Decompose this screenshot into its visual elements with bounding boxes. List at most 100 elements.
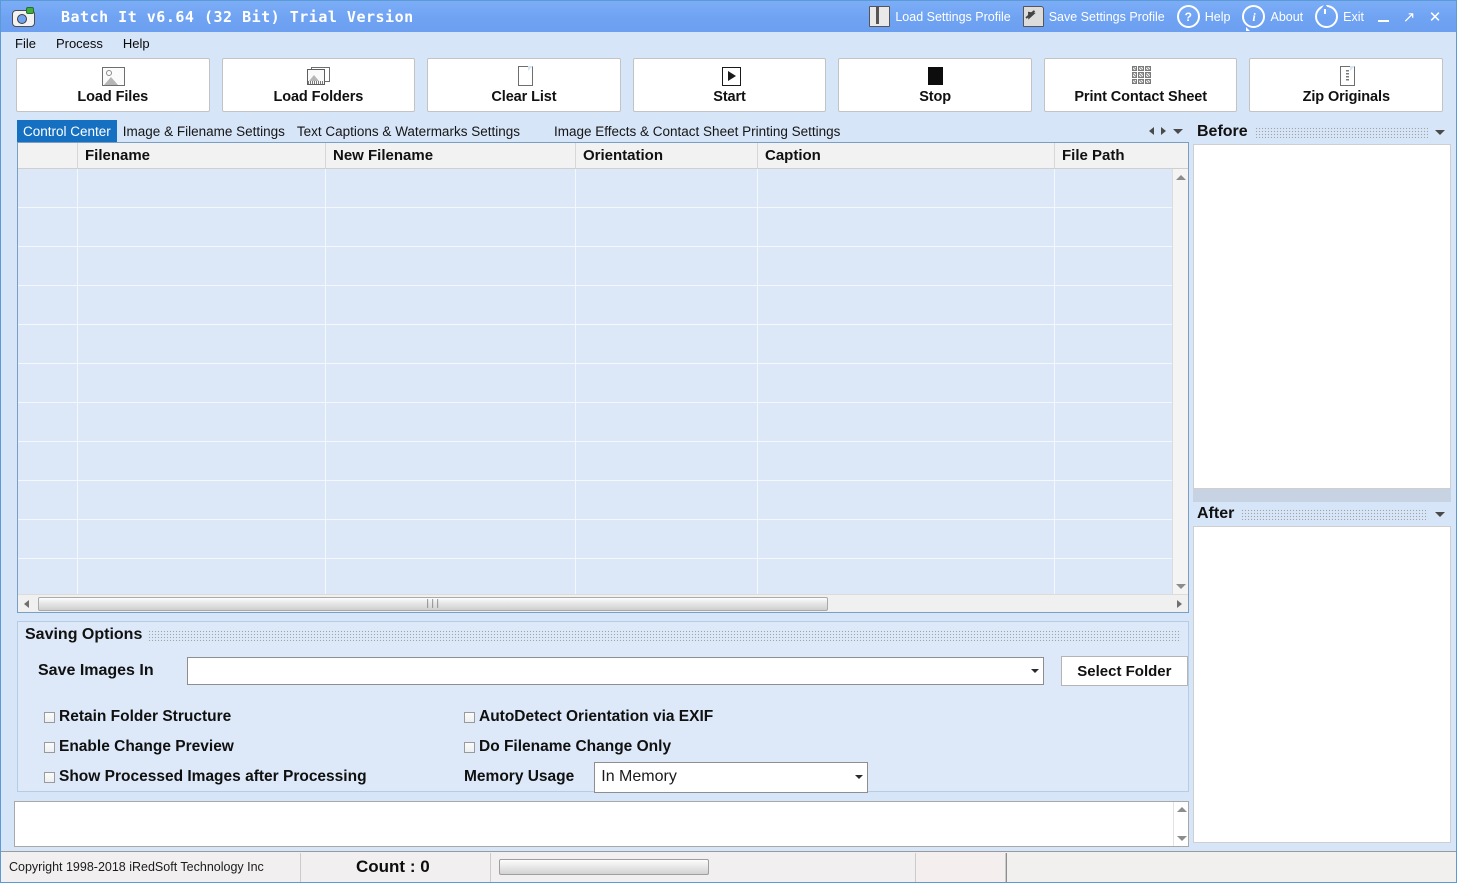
checkbox-box[interactable] bbox=[44, 771, 55, 783]
checkbox-retain-folder-structure[interactable]: Retain Folder Structure bbox=[44, 708, 464, 726]
minimize-button[interactable] bbox=[1370, 4, 1396, 30]
menu-help[interactable]: Help bbox=[123, 36, 150, 51]
table-row[interactable] bbox=[18, 169, 1188, 208]
stop-button[interactable]: Stop bbox=[838, 58, 1032, 112]
save-images-in-combo[interactable] bbox=[187, 657, 1044, 685]
menu-bar: File Process Help bbox=[1, 32, 1456, 54]
column-header-new-filename[interactable]: New Filename bbox=[326, 143, 576, 168]
after-header-divider bbox=[1241, 508, 1428, 520]
menu-file[interactable]: File bbox=[15, 36, 36, 51]
load-folders-button[interactable]: Load Folders bbox=[221, 58, 416, 112]
tab-image-effects-contact-sheet-printing-settings[interactable]: Image Effects & Contact Sheet Printing S… bbox=[548, 120, 846, 142]
scroll-left-icon[interactable] bbox=[18, 595, 35, 612]
table-row[interactable] bbox=[18, 364, 1188, 403]
checkbox-box[interactable] bbox=[44, 741, 55, 753]
about-button[interactable]: i About bbox=[1236, 3, 1309, 31]
help-button[interactable]: ? Help bbox=[1171, 3, 1237, 31]
question-circle-icon: ? bbox=[1176, 5, 1200, 28]
main-toolbar: Load Files Load Folders Clear List Start… bbox=[1, 54, 1456, 116]
chevron-down-icon[interactable] bbox=[1027, 669, 1043, 673]
table-cell bbox=[78, 169, 326, 207]
checkbox-do-filename-change-only[interactable]: Do Filename Change Only bbox=[464, 738, 671, 756]
file-list-horizontal-scrollbar[interactable]: ∣∣∣ bbox=[18, 594, 1188, 612]
checkbox-box[interactable] bbox=[464, 741, 475, 753]
start-button[interactable]: Start bbox=[632, 58, 827, 112]
log-text bbox=[15, 802, 1188, 810]
checkbox-box[interactable] bbox=[464, 711, 475, 723]
table-cell bbox=[758, 559, 1055, 594]
table-cell bbox=[18, 325, 78, 363]
table-cell bbox=[18, 520, 78, 558]
tab-text-captions-watermarks-settings[interactable]: Text Captions & Watermarks Settings bbox=[291, 120, 526, 142]
checkbox-show-processed-images-after-processing[interactable]: Show Processed Images after Processing bbox=[44, 768, 464, 786]
file-list-vertical-scrollbar[interactable] bbox=[1172, 169, 1188, 594]
table-cell bbox=[326, 286, 576, 324]
table-row[interactable] bbox=[18, 286, 1188, 325]
log-scroll-up-icon[interactable] bbox=[1174, 802, 1189, 817]
before-collapse-icon[interactable] bbox=[1435, 129, 1445, 135]
checkbox-box[interactable] bbox=[44, 711, 55, 723]
table-row[interactable] bbox=[18, 559, 1188, 594]
tab-list-dropdown-icon[interactable] bbox=[1173, 128, 1183, 134]
stop-square-icon bbox=[924, 66, 946, 86]
select-folder-button[interactable]: Select Folder bbox=[1060, 656, 1188, 686]
save-settings-profile-button[interactable]: Save Settings Profile bbox=[1017, 3, 1171, 31]
scroll-right-icon[interactable] bbox=[1171, 595, 1188, 612]
column-header-caption[interactable]: Caption bbox=[758, 143, 1055, 168]
table-row[interactable] bbox=[18, 481, 1188, 520]
scroll-up-icon[interactable] bbox=[1173, 169, 1188, 185]
table-row[interactable] bbox=[18, 403, 1188, 442]
table-row[interactable] bbox=[18, 247, 1188, 286]
column-header-file-path[interactable]: File Path bbox=[1055, 143, 1188, 168]
after-preview-area[interactable] bbox=[1193, 526, 1451, 843]
table-cell bbox=[18, 481, 78, 519]
chevron-down-icon[interactable] bbox=[851, 775, 867, 779]
log-output-panel[interactable] bbox=[14, 801, 1189, 847]
column-header-orientation[interactable]: Orientation bbox=[576, 143, 758, 168]
log-vertical-scrollbar[interactable] bbox=[1173, 802, 1188, 846]
maximize-button[interactable]: ↗ bbox=[1396, 4, 1422, 30]
table-cell bbox=[758, 247, 1055, 285]
table-cell bbox=[326, 247, 576, 285]
load-settings-profile-button[interactable]: Load Settings Profile bbox=[863, 3, 1016, 31]
exit-button[interactable]: Exit bbox=[1309, 3, 1370, 31]
column-header-select[interactable] bbox=[18, 143, 78, 168]
save-settings-profile-label: Save Settings Profile bbox=[1048, 9, 1165, 24]
blank-page-icon bbox=[513, 65, 535, 86]
checkbox-autodetect-orientation-via-exif[interactable]: AutoDetect Orientation via EXIF bbox=[464, 708, 713, 726]
log-scroll-down-icon[interactable] bbox=[1174, 831, 1189, 846]
file-list-body[interactable] bbox=[18, 169, 1188, 594]
column-header-filename[interactable]: Filename bbox=[78, 143, 326, 168]
table-cell bbox=[1055, 286, 1188, 324]
menu-process[interactable]: Process bbox=[56, 36, 103, 51]
scroll-tabs-left-icon[interactable] bbox=[1149, 127, 1154, 135]
horizontal-scroll-thumb[interactable]: ∣∣∣ bbox=[38, 596, 828, 611]
zip-originals-button[interactable]: Zip Originals bbox=[1249, 58, 1444, 112]
tab-control-center[interactable]: Control Center bbox=[17, 120, 117, 142]
print-contact-sheet-button[interactable]: Print Contact Sheet bbox=[1043, 58, 1238, 112]
load-files-button[interactable]: Load Files bbox=[16, 58, 210, 112]
folder-arrow-icon bbox=[1022, 6, 1044, 27]
table-cell bbox=[758, 364, 1055, 402]
memory-usage-combo[interactable]: In Memory bbox=[594, 761, 869, 793]
preview-pane-splitter[interactable] bbox=[1193, 489, 1451, 502]
tab-image-filename-settings[interactable]: Image & Filename Settings bbox=[117, 120, 291, 142]
progress-cell bbox=[491, 852, 916, 882]
close-button[interactable]: ✕ bbox=[1422, 4, 1448, 30]
table-cell bbox=[758, 208, 1055, 246]
table-cell bbox=[576, 559, 758, 594]
scroll-tabs-right-icon[interactable] bbox=[1161, 127, 1166, 135]
checkbox-enable-change-preview[interactable]: Enable Change Preview bbox=[44, 738, 464, 756]
table-row[interactable] bbox=[18, 325, 1188, 364]
memory-usage-value: In Memory bbox=[601, 768, 677, 785]
table-row[interactable] bbox=[18, 442, 1188, 481]
table-row[interactable] bbox=[18, 520, 1188, 559]
before-pane-header: Before bbox=[1193, 120, 1451, 144]
table-cell bbox=[18, 208, 78, 246]
table-row[interactable] bbox=[18, 208, 1188, 247]
after-collapse-icon[interactable] bbox=[1435, 511, 1445, 517]
before-preview-area[interactable] bbox=[1193, 144, 1451, 489]
clear-list-button[interactable]: Clear List bbox=[427, 58, 621, 112]
checkbox-label: Show Processed Images after Processing bbox=[59, 768, 367, 785]
scroll-down-icon[interactable] bbox=[1173, 578, 1188, 594]
